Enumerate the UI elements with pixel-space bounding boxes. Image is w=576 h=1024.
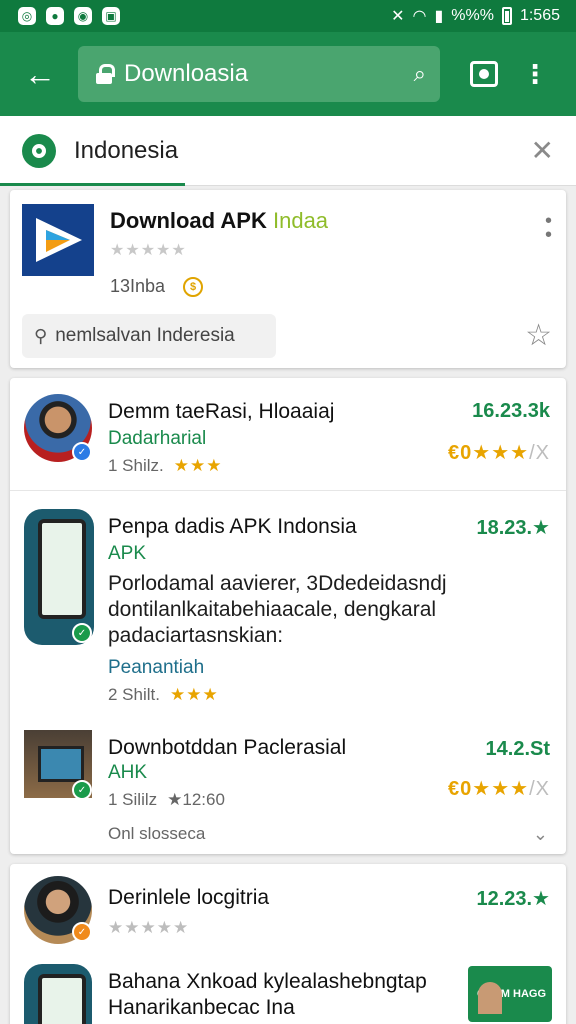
app-meta: 13Inba $	[110, 276, 204, 297]
list-item[interactable]: ✓ Downbotddan Paclerasial AHK 1 Sililz ★…	[10, 712, 566, 854]
rating-stars: ★★★★★	[108, 918, 190, 937]
status-bar: ◎ ● ◉ ▣ ✕ ◠ ▮ %%% 1:565	[0, 0, 576, 32]
app-screenshot	[24, 964, 92, 1024]
result-title[interactable]: Derinlele locgitria	[108, 886, 269, 910]
list-item[interactable]: ✓ Derinlele locgitria ★★★★★ 12.23.★	[10, 864, 566, 956]
battery-text: %%%	[451, 7, 494, 24]
coin-icon: $	[183, 276, 204, 297]
chat-icon: ●	[46, 7, 64, 25]
app-logo-icon	[22, 204, 94, 276]
more-vert-icon[interactable]: ⋮	[522, 61, 548, 87]
result-meta: ★★★★★	[108, 918, 189, 938]
result-price: 14.2.St	[485, 738, 550, 760]
rating-stars: ★★★	[169, 685, 219, 704]
result-footer: Onl slosseca	[108, 824, 206, 843]
card-menu-icon[interactable]: • •	[545, 211, 552, 245]
result-description: Porlodamal aavierer, 3Ddedeidasndj donti…	[108, 572, 447, 647]
results-card-2: ✓ Derinlele locgitria ★★★★★ 12.23.★ Baha…	[10, 864, 566, 1024]
result-meta: 2 Shilt. ★★★	[108, 685, 219, 704]
rating-stars: ★★★	[173, 456, 223, 475]
result-link[interactable]: Peanantiah	[108, 657, 204, 679]
result-title[interactable]: Bahana Xnkoad kylealashebngtap	[108, 970, 427, 994]
search-icon: ⚲	[34, 325, 48, 346]
wifi-icon: ◠	[412, 8, 427, 25]
active-tab-indicator	[0, 183, 185, 186]
back-arrow-icon[interactable]: ←	[20, 54, 60, 94]
result-meta: 1 Sililz ★12:60	[108, 790, 225, 809]
lock-icon	[96, 64, 115, 84]
list-item[interactable]: ✓ Penpa dadis APK Indonsia APK Porlodama…	[10, 490, 566, 712]
whatsapp-icon: ◎	[18, 7, 36, 25]
clock: 1:565	[519, 7, 560, 24]
browser-toolbar: ← Downloasia ⌕ ⋮	[0, 32, 576, 116]
result-rating: €0★★★/X	[448, 778, 550, 800]
gallery-icon: ▣	[102, 7, 120, 25]
notification-icons: ◎ ● ◉ ▣	[18, 7, 120, 25]
result-meta: 1 Shilz. ★★★	[108, 456, 223, 475]
tab-favicon-icon	[22, 133, 56, 168]
bookmark-star-icon[interactable]: ☆	[525, 318, 552, 353]
result-price: 12.23.★	[476, 888, 550, 910]
result-price: 16.23.3k	[472, 400, 550, 422]
verified-badge-icon: ✓	[72, 623, 92, 643]
url-text[interactable]: Downloasia	[124, 60, 414, 88]
result-rating: €0★★★/X	[448, 442, 550, 464]
list-item[interactable]: ✓ Demm taeRasi, Hloaaiaj Dadarharial 1 S…	[10, 378, 566, 490]
result-subtitle: AHK	[108, 762, 148, 783]
verified-badge-icon: ✓	[72, 780, 92, 800]
result-subtitle: APK	[108, 543, 147, 564]
system-status: ✕ ◠ ▮ %%% 1:565	[391, 6, 560, 26]
promo-banner[interactable]: GASM HAGG	[468, 966, 552, 1022]
app-title[interactable]: Download APK Indaa	[110, 208, 328, 234]
result-price: 18.23.★	[476, 517, 550, 539]
result-title[interactable]: Downbotddan Paclerasial	[108, 736, 346, 760]
chevron-down-icon[interactable]: ⌄	[533, 824, 548, 845]
close-icon[interactable]: ✕	[531, 134, 554, 167]
featured-app-card[interactable]: Download APK Indaa ★★★★★ 13Inba $ • • ⚲ n…	[10, 190, 566, 368]
signal-icon: ▮	[434, 8, 444, 25]
verified-badge-icon: ✓	[72, 442, 92, 462]
reddit-icon: ◉	[74, 7, 92, 25]
search-icon[interactable]: ⌕	[414, 61, 426, 87]
tab-title[interactable]: Indonesia	[74, 137, 531, 165]
rating-stars: ★★★★★	[110, 242, 187, 259]
list-item[interactable]: Bahana Xnkoad kylealashebngtap Hanarikan…	[10, 956, 566, 1024]
result-description: Hanarikanbecac Ina	[108, 996, 295, 1019]
tab-strip: Indonesia ✕	[0, 116, 576, 186]
badge-icon: ✓	[72, 922, 92, 942]
result-title[interactable]: Demm taeRasi, Hloaaiaj	[108, 400, 334, 424]
address-bar[interactable]: Downloasia ⌕	[78, 46, 440, 102]
results-card: ✓ Demm taeRasi, Hloaaiaj Dadarharial 1 S…	[10, 378, 566, 854]
search-chip[interactable]: ⚲ nemlsalvan Inderesia	[22, 314, 276, 358]
result-subtitle: Dadarharial	[108, 428, 207, 449]
result-title[interactable]: Penpa dadis APK Indonsia	[108, 515, 357, 539]
tab-switcher-icon[interactable]	[470, 61, 498, 87]
mute-icon: ✕	[391, 8, 405, 25]
battery-icon	[501, 7, 512, 25]
